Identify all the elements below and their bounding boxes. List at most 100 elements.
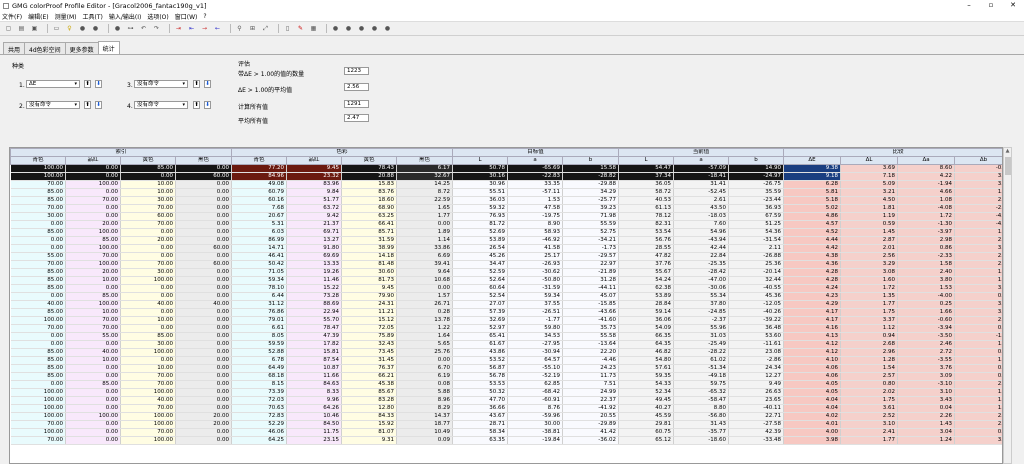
table-cell[interactable]: 64.26	[286, 404, 343, 413]
tab-more-params[interactable]: 更多参数	[64, 42, 99, 54]
table-cell[interactable]: 3.85	[954, 172, 1002, 181]
table-cell[interactable]: 84.33	[341, 412, 398, 421]
table-cell[interactable]: 9.64	[396, 268, 454, 277]
table-cell[interactable]: -43.66	[562, 308, 620, 317]
table-cell[interactable]: 0.00	[65, 340, 121, 349]
table-cell[interactable]: -4.00	[897, 292, 956, 301]
table-cell[interactable]: 1.77	[840, 436, 899, 445]
table-cell[interactable]: 10.00	[120, 188, 176, 197]
table-cell[interactable]: 37.34	[618, 172, 675, 181]
table-cell[interactable]: 0.08	[396, 380, 454, 389]
table-cell[interactable]: -29.89	[562, 420, 620, 429]
table-cell[interactable]: 1.43	[897, 420, 956, 429]
table-cell[interactable]: 4.38	[783, 252, 842, 261]
table-cell[interactable]: -49.18	[673, 372, 730, 381]
table-cell[interactable]: 61.02	[673, 356, 730, 365]
table-cell[interactable]: 1.72	[897, 212, 956, 221]
table-cell[interactable]: -24.97	[728, 172, 785, 181]
table-row[interactable]: 40.00 100.00 40.00 40.00 31.12 88.69 24.31 26.7…	[10, 300, 1002, 309]
table-cell[interactable]: 0.00	[175, 324, 233, 333]
table-cell[interactable]: 45.26	[452, 252, 509, 261]
table-cell[interactable]: 0.09	[396, 436, 454, 445]
table-cell[interactable]: 60.00	[175, 172, 233, 181]
table-cell[interactable]: 0.94	[840, 332, 899, 341]
table-cell[interactable]: 53.89	[452, 236, 509, 245]
table-cell[interactable]: 3.76	[897, 364, 956, 373]
table-cell[interactable]: 100.00	[10, 316, 66, 325]
table-cell[interactable]: 60.00	[175, 244, 233, 253]
table-cell[interactable]: -15.85	[562, 300, 620, 309]
table-cell[interactable]: 0.00	[396, 356, 454, 365]
table-cell[interactable]: 13.78	[396, 316, 454, 325]
table-cell[interactable]: 40.00	[120, 300, 176, 309]
table-cell[interactable]: 15.81	[286, 348, 343, 357]
table-cell[interactable]: 79.01	[231, 316, 288, 325]
table-cell[interactable]: 37.55	[507, 300, 564, 309]
table-cell[interactable]: 70.00	[120, 372, 176, 381]
column-header[interactable]: 黄色	[341, 156, 398, 165]
table-cell[interactable]: 43.67	[452, 412, 509, 421]
table-cell[interactable]: 55.00	[65, 332, 121, 341]
table-cell[interactable]: 4.04	[783, 404, 842, 413]
table-cell[interactable]: 12.27	[728, 372, 785, 381]
dot-icon[interactable]: ●	[357, 24, 366, 33]
table-cell[interactable]: 3.61	[840, 404, 899, 413]
table-cell[interactable]: 1.16	[954, 276, 1002, 285]
import-icon[interactable]: ⇥	[174, 24, 183, 33]
table-row[interactable]: 100.00 0.00 85.00 0.00 77.20 9.45 78.43 6.17 50.…	[10, 164, 1002, 173]
table-cell[interactable]: 30.00	[120, 196, 176, 205]
table-cell[interactable]: 35.59	[728, 188, 785, 197]
column-header[interactable]: a	[673, 156, 730, 165]
table-cell[interactable]: 20.00	[175, 412, 233, 421]
table-cell[interactable]: 32.44	[728, 276, 785, 285]
table-cell[interactable]: 2.68	[840, 340, 899, 349]
table-cell[interactable]: 81.73	[341, 276, 398, 285]
table-cell[interactable]: -33.48	[728, 436, 785, 445]
table-cell[interactable]: 1.64	[954, 388, 1002, 397]
table-cell[interactable]: -18.03	[673, 212, 730, 221]
table-cell[interactable]: 5.65	[396, 340, 454, 349]
table-cell[interactable]: 25.76	[396, 348, 454, 357]
table-cell[interactable]: -1.77	[507, 316, 564, 325]
table-cell[interactable]: 20.00	[175, 420, 233, 429]
table-cell[interactable]: 0.80	[840, 380, 899, 389]
column-header[interactable]: 青色	[10, 156, 66, 165]
table-cell[interactable]: 22.20	[562, 348, 620, 357]
table-cell[interactable]: 0.00	[65, 372, 121, 381]
table-cell[interactable]: 4.06	[783, 364, 842, 373]
page-icon[interactable]: ▯	[283, 24, 292, 33]
table-cell[interactable]: 79.90	[341, 292, 398, 301]
table-cell[interactable]: 22.84	[673, 252, 730, 261]
table-cell[interactable]: 55.51	[452, 188, 509, 197]
filter-select-4[interactable]: 没有命令 ▾	[134, 101, 188, 109]
menu-item-edit[interactable]: 编辑(E)	[28, 12, 48, 21]
table-cell[interactable]: 10.87	[286, 364, 343, 373]
table-cell[interactable]: 21.37	[286, 220, 343, 229]
table-cell[interactable]: 0.00	[175, 268, 233, 277]
table-cell[interactable]: -24.85	[673, 308, 730, 317]
dot-icon[interactable]: ●	[383, 24, 392, 33]
table-cell[interactable]: 85.00	[10, 228, 66, 237]
table-cell[interactable]: 64.49	[231, 364, 288, 373]
table-cell[interactable]: 69.69	[286, 252, 343, 261]
table-cell[interactable]: 0.00	[175, 292, 233, 301]
table-row[interactable]: 100.00 70.00 10.00 0.00 79.01 55.70 15.12 13.78…	[10, 316, 1002, 325]
table-cell[interactable]: 56.76	[618, 236, 675, 245]
table-cell[interactable]: -2.37	[673, 316, 730, 325]
table-cell[interactable]: 85.00	[10, 348, 66, 357]
table-cell[interactable]: 40.00	[10, 300, 66, 309]
table-cell[interactable]: 100.00	[10, 396, 66, 405]
table-cell[interactable]: 0.00	[65, 396, 121, 405]
table-cell[interactable]: 55.67	[618, 268, 675, 277]
table-cell[interactable]: 4.42	[783, 244, 842, 253]
table-cell[interactable]: 69.71	[286, 228, 343, 237]
table-cell[interactable]: 70.00	[120, 428, 176, 437]
table-cell[interactable]: 1.75	[840, 308, 899, 317]
table-cell[interactable]: 1.60	[954, 356, 1002, 365]
table-cell[interactable]: 54.24	[618, 276, 675, 285]
table-cell[interactable]: 34.29	[562, 188, 620, 197]
table-cell[interactable]: 8.33	[286, 388, 343, 397]
table-cell[interactable]: 60.75	[618, 428, 675, 437]
table-cell[interactable]: 9.96	[286, 396, 343, 405]
table-cell[interactable]: 4.86	[783, 212, 842, 221]
